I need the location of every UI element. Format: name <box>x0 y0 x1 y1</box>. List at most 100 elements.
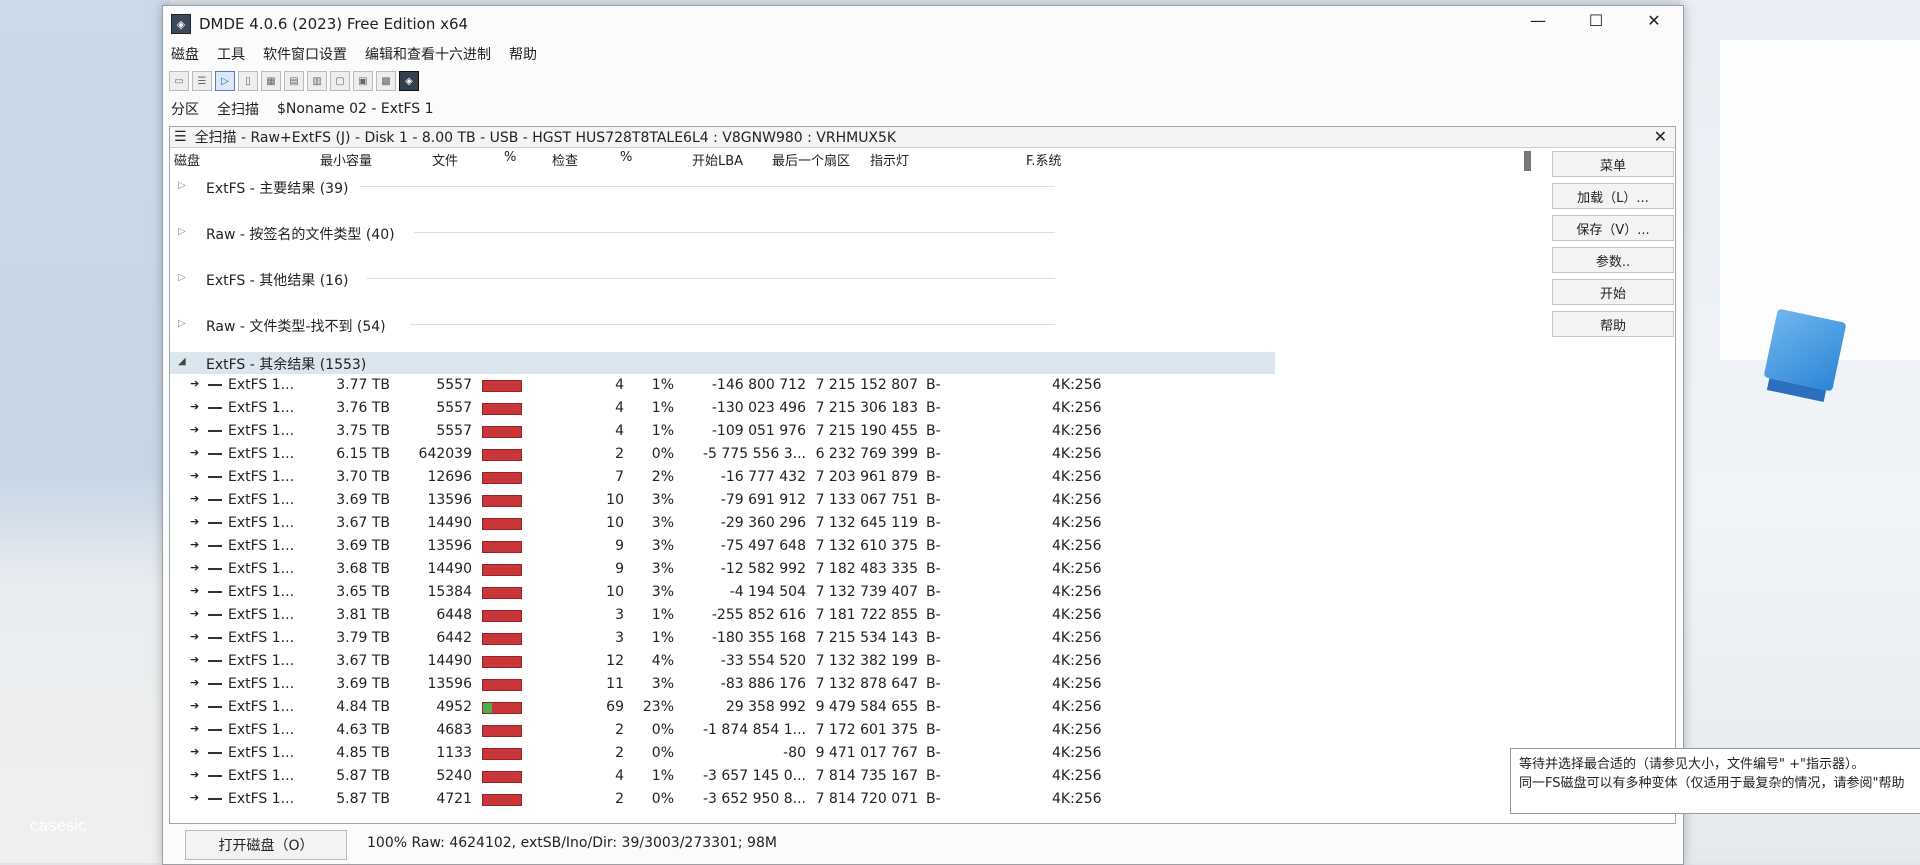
expand-arrow-icon[interactable]: ➔ <box>190 676 199 689</box>
row-start-lba: 29 358 992 <box>725 699 806 715</box>
expand-arrow-icon[interactable]: ➔ <box>190 745 199 758</box>
table-row[interactable]: ➔ ExtFS 1... 6.15 TB 642039 2 0% -5 775 556 3.… <box>170 443 1675 466</box>
scan-label[interactable]: 全扫描 <box>217 99 259 119</box>
volume-label[interactable]: $Noname 02 - ExtFS 1 <box>277 101 434 117</box>
menu-item-3[interactable]: 编辑和查看十六进制 <box>365 44 491 64</box>
row-pct: 3% <box>651 515 674 531</box>
menu-bar: 磁盘 工具 软件窗口设置 编辑和查看十六进制 帮助 <box>163 42 1683 66</box>
table-row[interactable]: ➔ ExtFS 1... 3.70 TB 12696 7 2% -16 777 432 7 2… <box>170 466 1675 489</box>
column-headers: 磁盘 最小容量 文件 % 检查 % 开始LBA 最后一个扇区 指示灯 F.系统 <box>170 148 1675 169</box>
group-raw-not-found[interactable]: ▷ Raw - 文件类型-找不到 (54) <box>170 306 1675 352</box>
expand-icon[interactable]: ▷ <box>178 226 186 237</box>
col-last-sector[interactable]: 最后一个扇区 <box>772 150 850 169</box>
col-fs[interactable]: F.系统 <box>1026 150 1062 169</box>
save-button[interactable]: 保存（V）... <box>1552 215 1674 241</box>
disk-icon[interactable]: ▭ <box>169 71 189 91</box>
hex-icon[interactable]: ▥ <box>307 71 327 91</box>
col-pct1[interactable]: % <box>504 150 516 165</box>
group-other-results[interactable]: ▷ ExtFS - 其他结果 (16) <box>170 260 1675 306</box>
table-row[interactable]: ➔ ExtFS 1... 3.69 TB 13596 11 3% -83 886 176 7 … <box>170 673 1675 696</box>
table-row[interactable]: ➔ ExtFS 1... 4.84 TB 4952 69 23% 29 358 992 9 4… <box>170 696 1675 719</box>
expand-arrow-icon[interactable]: ➔ <box>190 446 199 459</box>
menu-icon[interactable]: ☰ <box>174 129 187 145</box>
play-icon[interactable]: ▷ <box>215 71 235 91</box>
expand-arrow-icon[interactable]: ➔ <box>190 561 199 574</box>
start-button[interactable]: 开始 <box>1552 279 1674 305</box>
table-row[interactable]: ➔ ExtFS 1... 3.77 TB 5557 4 1% -146 800 712 7 2… <box>170 374 1675 397</box>
window-icon[interactable]: ▩ <box>376 71 396 91</box>
group-raw-signature[interactable]: ▷ Raw - 按签名的文件类型 (40) <box>170 214 1675 260</box>
partition-label[interactable]: 分区 <box>171 99 199 119</box>
dmde-logo-icon[interactable]: ◈ <box>399 71 419 91</box>
expand-arrow-icon[interactable]: ➔ <box>190 630 199 643</box>
expand-arrow-icon[interactable]: ➔ <box>190 377 199 390</box>
collapse-icon[interactable]: ◢ <box>178 356 186 367</box>
col-files[interactable]: 文件 <box>432 150 458 169</box>
menu-item-4[interactable]: 帮助 <box>509 44 537 64</box>
open-disk-button[interactable]: 打开磁盘（O） <box>185 830 347 860</box>
sector-icon[interactable]: ▦ <box>261 71 281 91</box>
table-row[interactable]: ➔ ExtFS 1... 3.65 TB 15384 10 3% -4 194 504 7 1… <box>170 581 1675 604</box>
table-row[interactable]: ➔ ExtFS 1... 3.68 TB 14490 9 3% -12 582 992 7 1… <box>170 558 1675 581</box>
row-name: ExtFS 1... <box>228 607 295 623</box>
copy-icon[interactable]: ▤ <box>284 71 304 91</box>
expand-arrow-icon[interactable]: ➔ <box>190 722 199 735</box>
table-row[interactable]: ➔ ExtFS 1... 4.63 TB 4683 2 0% -1 874 854 1...… <box>170 719 1675 742</box>
load-button[interactable]: 加载（L）... <box>1552 183 1674 209</box>
row-indicator: B- <box>926 377 941 393</box>
list-icon[interactable]: ☰ <box>192 71 212 91</box>
col-check[interactable]: 检查 <box>552 150 578 169</box>
search-icon[interactable]: ▢ <box>330 71 350 91</box>
expand-arrow-icon[interactable]: ➔ <box>190 653 199 666</box>
table-row[interactable]: ➔ ExtFS 1... 3.67 TB 14490 12 4% -33 554 520 7 … <box>170 650 1675 673</box>
col-min-size[interactable]: 最小容量 <box>320 150 372 169</box>
panel-close-icon[interactable]: ✕ <box>1654 127 1667 146</box>
table-row[interactable]: ➔ ExtFS 1... 5.87 TB 4721 2 0% -3 652 950 8...… <box>170 788 1675 811</box>
menu-item-2[interactable]: 软件窗口设置 <box>263 44 347 64</box>
partition-icon[interactable]: ▯ <box>238 71 258 91</box>
table-row[interactable]: ➔ ExtFS 1... 3.79 TB 6442 3 1% -180 355 168 7 2… <box>170 627 1675 650</box>
scrollbar-thumb[interactable] <box>1524 151 1531 171</box>
close-icon[interactable]: ✕ <box>1625 6 1683 34</box>
expand-arrow-icon[interactable]: ➔ <box>190 584 199 597</box>
menu-button[interactable]: 菜单 <box>1552 151 1674 177</box>
row-check: 10 <box>606 492 624 508</box>
col-indicator[interactable]: 指示灯 <box>870 150 909 169</box>
col-disk[interactable]: 磁盘 <box>174 150 200 169</box>
expand-icon[interactable]: ▷ <box>178 318 186 329</box>
group-main-results[interactable]: ▷ ExtFS - 主要结果 (39) <box>170 168 1675 214</box>
expand-arrow-icon[interactable]: ➔ <box>190 400 199 413</box>
minimize-icon[interactable]: — <box>1509 6 1567 34</box>
row-check: 4 <box>615 400 624 416</box>
col-pct2[interactable]: % <box>620 150 632 165</box>
table-row[interactable]: ➔ ExtFS 1... 3.69 TB 13596 10 3% -79 691 912 7 … <box>170 489 1675 512</box>
title-bar: ◈ DMDE 4.0.6 (2023) Free Edition x64 — ☐… <box>163 6 1683 42</box>
table-row[interactable]: ➔ ExtFS 1... 3.69 TB 13596 9 3% -75 497 648 7 1… <box>170 535 1675 558</box>
menu-item-0[interactable]: 磁盘 <box>171 44 199 64</box>
expand-arrow-icon[interactable]: ➔ <box>190 538 199 551</box>
params-button[interactable]: 参数.. <box>1552 247 1674 273</box>
expand-arrow-icon[interactable]: ➔ <box>190 607 199 620</box>
table-row[interactable]: ➔ ExtFS 1... 5.87 TB 5240 4 1% -3 657 145 0...… <box>170 765 1675 788</box>
help-button[interactable]: 帮助 <box>1552 311 1674 337</box>
group-remaining-results[interactable]: ◢ ExtFS - 其余结果 (1553) <box>170 352 1275 374</box>
table-row[interactable]: ➔ ExtFS 1... 3.75 TB 5557 4 1% -109 051 976 7 2… <box>170 420 1675 443</box>
expand-arrow-icon[interactable]: ➔ <box>190 791 199 804</box>
expand-arrow-icon[interactable]: ➔ <box>190 768 199 781</box>
table-row[interactable]: ➔ ExtFS 1... 3.67 TB 14490 10 3% -29 360 296 7 … <box>170 512 1675 535</box>
maximize-icon[interactable]: ☐ <box>1567 6 1625 34</box>
expand-icon[interactable]: ▷ <box>178 180 186 191</box>
expand-arrow-icon[interactable]: ➔ <box>190 423 199 436</box>
expand-arrow-icon[interactable]: ➔ <box>190 469 199 482</box>
table-row[interactable]: ➔ ExtFS 1... 3.76 TB 5557 4 1% -130 023 496 7 2… <box>170 397 1675 420</box>
expand-arrow-icon[interactable]: ➔ <box>190 515 199 528</box>
table-row[interactable]: ➔ ExtFS 1... 4.85 TB 1133 2 0% -80 9 471 017 76… <box>170 742 1675 765</box>
table-row[interactable]: ➔ ExtFS 1... 3.81 TB 6448 3 1% -255 852 616 7 1… <box>170 604 1675 627</box>
expand-icon[interactable]: ▷ <box>178 272 186 283</box>
col-start-lba[interactable]: 开始LBA <box>692 150 743 169</box>
expand-arrow-icon[interactable]: ➔ <box>190 699 199 712</box>
image-icon[interactable]: ▣ <box>353 71 373 91</box>
row-size: 3.65 TB <box>336 584 390 600</box>
expand-arrow-icon[interactable]: ➔ <box>190 492 199 505</box>
menu-item-1[interactable]: 工具 <box>217 44 245 64</box>
